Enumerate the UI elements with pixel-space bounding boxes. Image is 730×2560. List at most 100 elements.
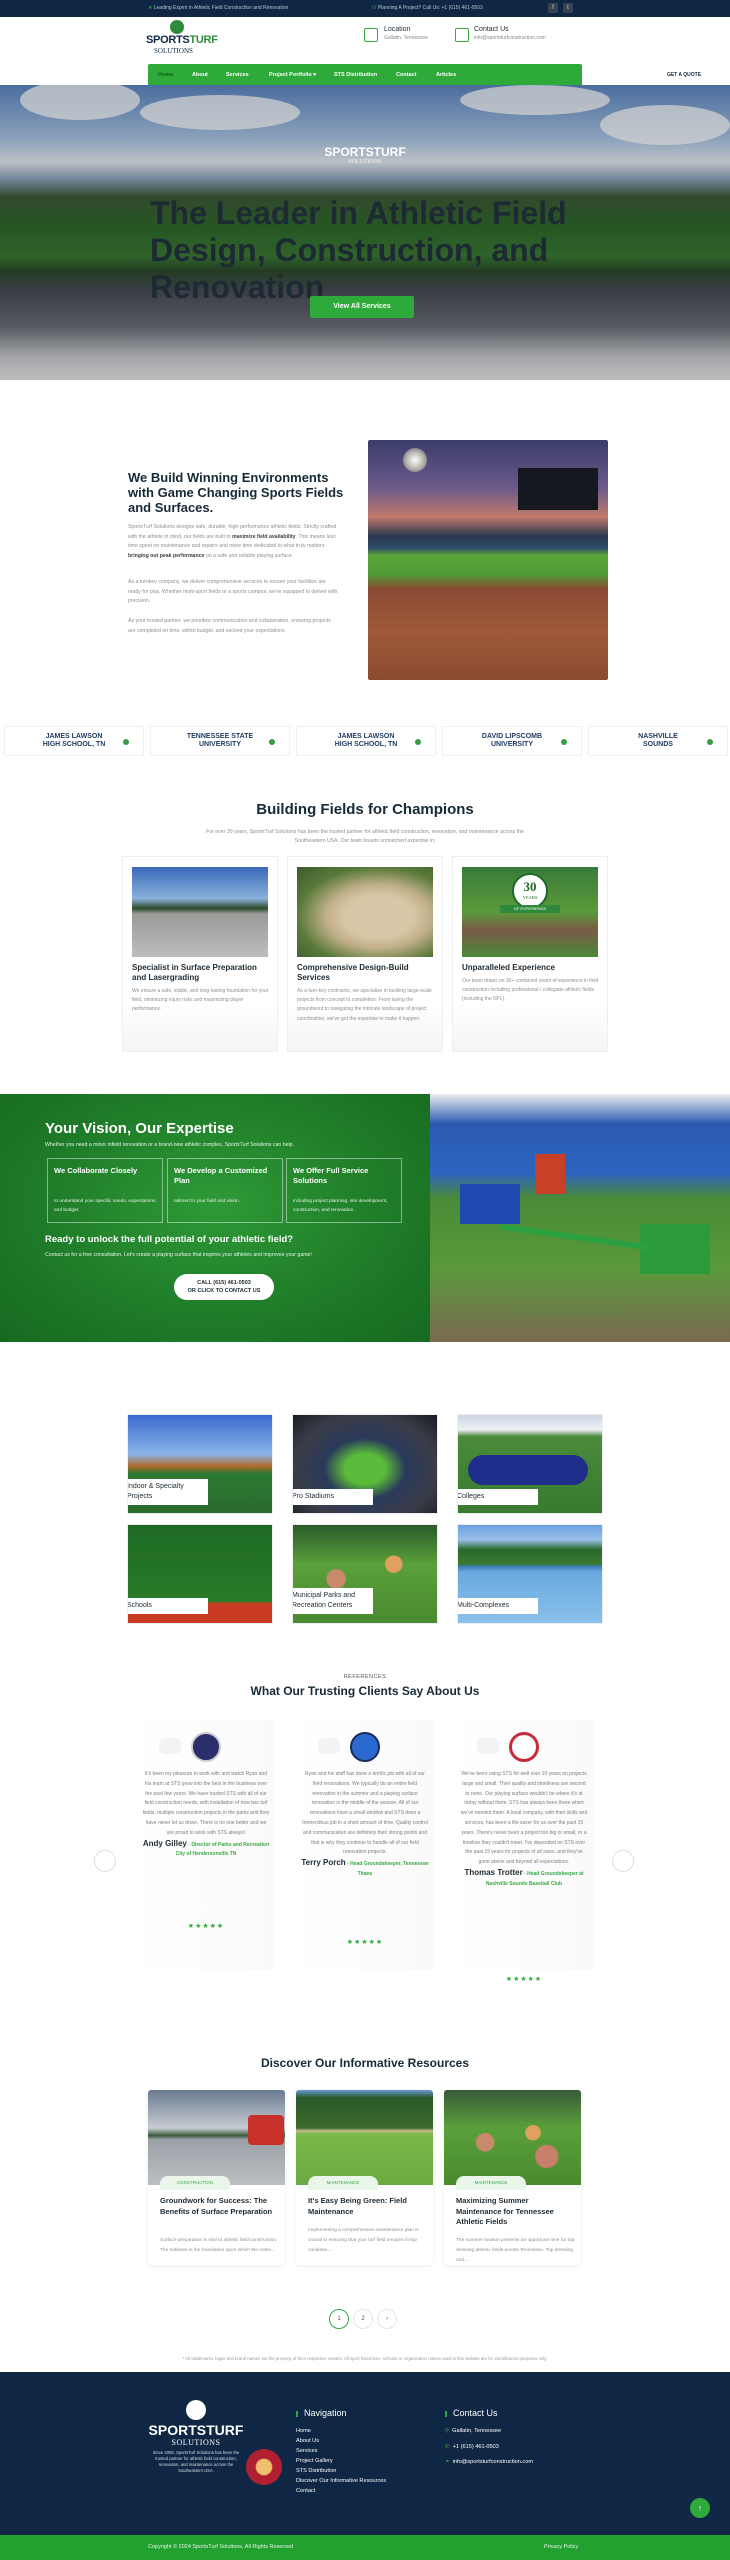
service-card[interactable]: Specialist in Surface Preparation and La… <box>122 856 278 1052</box>
star-rating: ★★★★★ <box>187 1923 225 1930</box>
logo-word-sports: SPORTS <box>146 34 190 46</box>
design-build-aerial-photo <box>297 867 433 957</box>
copyright-bar: Copyright © 2024 SportsTurf Solutions, A… <box>0 2535 730 2560</box>
testimonial-card: Ryan and his staff has done a terrific j… <box>296 1720 434 1970</box>
tennis-ball-icon <box>561 739 567 745</box>
footer-link-home[interactable]: Home <box>296 2428 311 2434</box>
nav-about[interactable]: About <box>192 72 208 78</box>
card-title: Unparalleled Experience <box>462 963 555 972</box>
vision-subtitle: Whether you need a minor infield renovat… <box>45 1142 294 1148</box>
tennis-ball-icon <box>123 739 129 745</box>
carousel-prev-button[interactable] <box>94 1850 116 1872</box>
category-label: Pro Stadiums <box>293 1489 373 1505</box>
privacy-policy-link[interactable]: Privacy Policy <box>544 2544 578 2550</box>
post-excerpt: The summer season presents an opportune … <box>456 2238 575 2263</box>
next-page-button[interactable]: › <box>377 2309 397 2329</box>
card-text: Our team draws on 30+ combined years of … <box>462 978 599 1003</box>
reviewer-role: - Head Groundskeeper, Tennessee Titans <box>347 1861 429 1877</box>
trademark-disclaimer: * All trademarks, logos and brand names … <box>182 2356 548 2361</box>
award-badge <box>246 2449 282 2485</box>
service-card[interactable]: Comprehensive Design-Build Services As a… <box>287 856 443 1052</box>
nav-sts-distribution[interactable]: STS Distribution <box>334 72 377 78</box>
blog-card[interactable]: CONSTRUCTION Groundwork for Success: The… <box>148 2090 285 2265</box>
references-eyebrow: REFERENCES <box>343 1674 387 1680</box>
hero-logo: SPORTSTURF SOLUTIONS <box>324 145 406 165</box>
category-tag[interactable]: MAINTENANCE <box>456 2176 526 2190</box>
30-years-badge: 30 YEARS <box>512 873 548 909</box>
phone-callout[interactable]: ☊ Planning A Project? Call Us: +1 (615) … <box>372 5 483 11</box>
hero-title: The Leader in Athletic Field Design, Con… <box>150 195 567 305</box>
page-2-button[interactable]: 2 <box>353 2309 373 2329</box>
card-title: Specialist in Surface Preparation and La… <box>132 963 257 982</box>
nav-project-portfolio[interactable]: Project Portfolio ▾ <box>269 72 316 78</box>
category-tile[interactable]: Pro Stadiums <box>292 1414 438 1514</box>
footer-link-about[interactable]: About Us <box>296 2438 319 2444</box>
post-title[interactable]: Maximizing Summer Maintenance for Tennes… <box>456 2196 576 2228</box>
footer-link-distribution[interactable]: STS Distribution <box>296 2468 336 2474</box>
footer-email[interactable]: ⚭ info@sportsturfconstruction.com <box>445 2459 533 2465</box>
carousel-next-button[interactable] <box>612 1850 634 1872</box>
logo-leaf-icon <box>170 20 184 34</box>
site-logo[interactable]: SPORTSTURF SOLUTIONS <box>146 20 218 60</box>
testimonial-card: We've been using STS for well over 10 ye… <box>455 1720 593 1983</box>
location-label: Location <box>384 26 411 33</box>
header-contact: Contact Us info@sportsturfconstruction.c… <box>474 26 546 41</box>
footer-phone[interactable]: ✆ +1 (615) 461-0503 <box>445 2444 499 2450</box>
footer-link-contact[interactable]: Contact <box>296 2488 315 2494</box>
post-excerpt: Implementing a comprehensive maintenance… <box>308 2228 419 2253</box>
facebook-icon[interactable]: f <box>548 3 558 13</box>
nav-home[interactable]: Home <box>158 72 173 78</box>
twitter-icon[interactable]: t <box>563 3 573 13</box>
quote-icon <box>318 1738 340 1754</box>
category-tag[interactable]: CONSTRUCTION <box>160 2176 230 2190</box>
star-rating: ★★★★★ <box>505 1976 543 1983</box>
category-tile[interactable]: Schools <box>127 1524 273 1624</box>
vision-title: Your Vision, Our Expertise <box>45 1120 234 1137</box>
footer-link-gallery[interactable]: Project Gallery <box>296 2458 333 2464</box>
category-tile[interactable]: Multi-Complexes <box>457 1524 603 1624</box>
nashville-sounds-logo <box>509 1732 539 1762</box>
client-logo: DAVID LIPSCOMB UNIVERSITY <box>442 726 582 756</box>
tennis-ball-icon <box>415 739 421 745</box>
category-tag[interactable]: MAINTENANCE <box>308 2176 378 2190</box>
category-label: Colleges <box>458 1489 538 1505</box>
envelope-icon <box>455 28 469 42</box>
nav-articles[interactable]: Articles <box>436 72 456 78</box>
main-nav: Home About Services Project Portfolio ▾ … <box>148 64 716 86</box>
post-excerpt: Surface preparation is vital to athletic… <box>160 2238 278 2253</box>
nav-services[interactable]: Services <box>226 72 249 78</box>
footer-link-services[interactable]: Services <box>296 2448 317 2454</box>
get-a-quote-button[interactable]: GET A QUOTE <box>652 68 716 82</box>
page-1-button[interactable]: 1 <box>329 2309 349 2329</box>
location-value: Gallatin, Tennessee <box>384 35 428 41</box>
champions-title: Building Fields for Champions <box>256 801 474 818</box>
category-tile[interactable]: Colleges <box>457 1414 603 1514</box>
client-logo: JAMES LAWSON HIGH SCHOOL, TN <box>4 726 144 756</box>
vision-box: We Offer Full Service Solutions including… <box>286 1158 402 1223</box>
tagline: ★ Leading Expert in Athletic Field Const… <box>148 5 289 11</box>
blue-machine <box>460 1184 520 1224</box>
quote-icon <box>477 1738 499 1754</box>
star-rating: ★★★★★ <box>346 1939 384 1946</box>
nav-contact[interactable]: Contact <box>396 72 416 78</box>
footer-logo[interactable]: SPORTSTURF SOLUTIONS Since 2006, SportsT… <box>148 2400 244 2474</box>
category-tile[interactable]: Indoor & Specialty Projects <box>127 1414 273 1514</box>
green-excavator <box>640 1224 710 1274</box>
contact-label: Contact Us <box>474 26 509 33</box>
client-logo: NASHVILLE SOUNDS <box>588 726 728 756</box>
view-all-services-button[interactable]: View All Services <box>310 296 414 318</box>
back-to-top-button[interactable]: ↑ <box>690 2498 710 2518</box>
blog-card[interactable]: MAINTENANCE It's Easy Being Green: Field… <box>296 2090 433 2265</box>
sprinkler-field-photo <box>296 2090 433 2185</box>
blog-card[interactable]: MAINTENANCE Maximizing Summer Maintenanc… <box>444 2090 581 2265</box>
call-contact-button[interactable]: CALL (615) 461-0503 OR CLICK TO CONTACT U… <box>174 1274 274 1300</box>
category-tile[interactable]: Municipal Parks and Recreation Centers <box>292 1524 438 1624</box>
about-paragraph-2: As a turnkey company, we deliver compreh… <box>128 579 338 605</box>
post-title[interactable]: It's Easy Being Green: Field Maintenance <box>308 2196 428 2217</box>
tractor-gravel-photo <box>148 2090 285 2185</box>
footer-link-resources[interactable]: Discover Our Informative Resources <box>296 2478 386 2484</box>
contact-email[interactable]: info@sportsturfconstruction.com <box>474 35 546 41</box>
header-location: Location Gallatin, Tennessee <box>384 26 428 41</box>
post-title[interactable]: Groundwork for Success: The Benefits of … <box>160 2196 280 2217</box>
service-card[interactable]: 30 YEARS OF EXPERIENCE Unparalleled Expe… <box>452 856 608 1052</box>
